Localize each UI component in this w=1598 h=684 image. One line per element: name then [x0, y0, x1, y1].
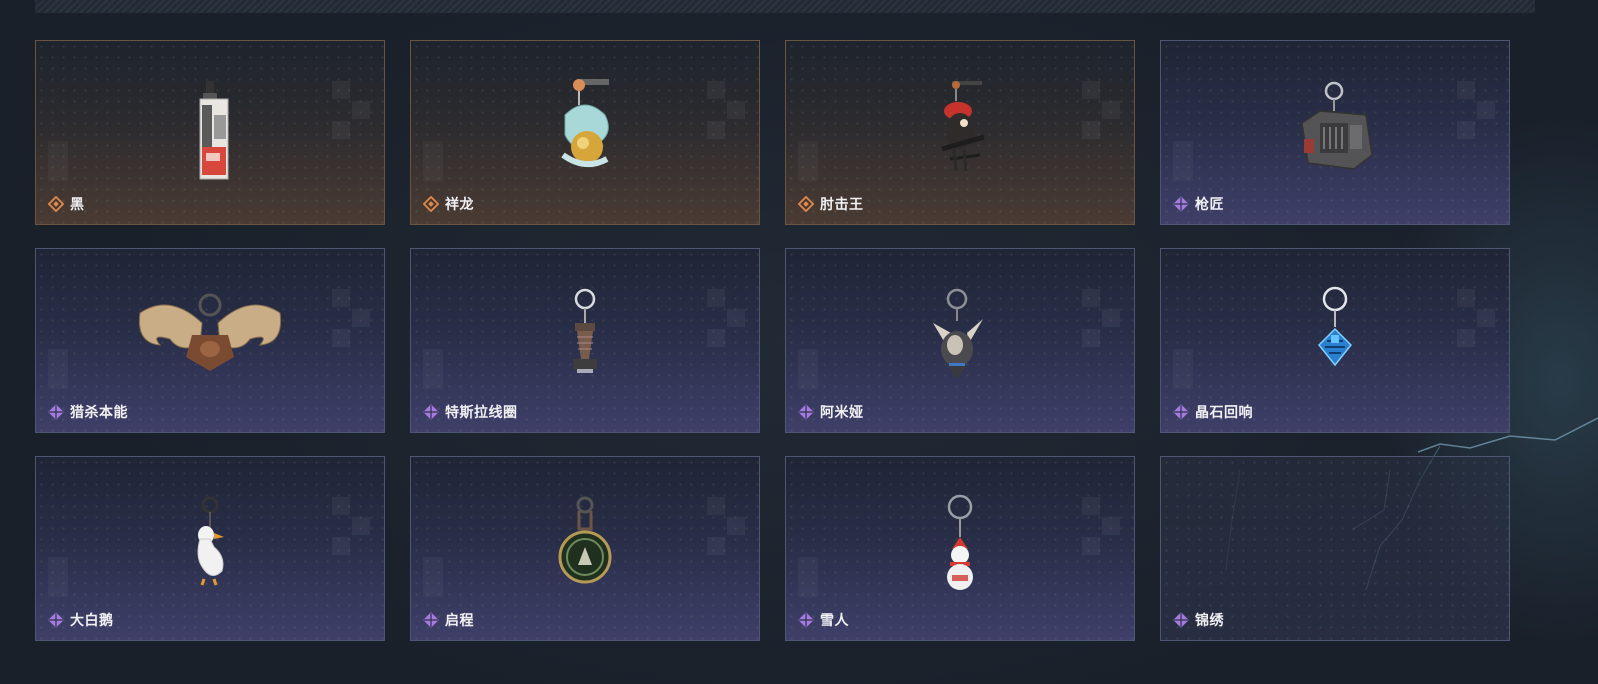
charm-image [411, 283, 759, 393]
charm-name: 大白鹅 [70, 612, 114, 628]
charm-label: 祥龙 [423, 194, 474, 214]
purple-rarity-diamond-icon [1173, 612, 1189, 628]
charm-label: 大白鹅 [48, 610, 114, 630]
charm-label: 晶石回响 [1173, 402, 1253, 422]
charm-card-qicheng[interactable]: 启程 [410, 456, 760, 641]
charm-image [411, 75, 759, 185]
charm-name: 枪匠 [1195, 196, 1224, 212]
charm-name: 阿米娅 [820, 404, 864, 420]
charm-card-jingshihuixiang[interactable]: 晶石回响 [1160, 248, 1510, 433]
charm-image [36, 75, 384, 185]
orange-rarity-diamond-icon [48, 196, 64, 212]
dragon-charm-icon [561, 79, 609, 168]
charm-image [1161, 283, 1509, 393]
moose-antler-charm-icon [138, 293, 282, 371]
charm-name: 祥龙 [445, 196, 474, 212]
snowman-charm-icon [947, 494, 973, 590]
tesla-coil-charm-icon [573, 288, 597, 373]
charm-name: 雪人 [820, 612, 849, 628]
charm-name: 启程 [445, 612, 474, 628]
charm-label: 雪人 [798, 610, 849, 630]
charm-name: 肘击王 [820, 196, 864, 212]
paper-tag-charm-icon [199, 81, 229, 180]
charm-name: 晶石回响 [1195, 404, 1253, 420]
charm-name: 锦绣 [1195, 612, 1224, 628]
purple-rarity-diamond-icon [1173, 196, 1189, 212]
charm-image [786, 283, 1134, 393]
charm-grid: 黑 祥龙 肘击王 枪匠 猎杀本能 特斯拉线圈 阿米娅 晶石回响 大白鹅 启程 雪… [35, 40, 1510, 641]
purple-rarity-diamond-icon [48, 404, 64, 420]
charm-image [411, 491, 759, 601]
charm-label: 肘击王 [798, 194, 864, 214]
charm-label: 猎杀本能 [48, 402, 128, 422]
charm-label: 黑 [48, 194, 85, 214]
purple-rarity-diamond-icon [1173, 404, 1189, 420]
gun-case-charm-icon [1301, 81, 1373, 170]
charm-collection-page: 黑 祥龙 肘击王 枪匠 猎杀本能 特斯拉线圈 阿米娅 晶石回响 大白鹅 启程 雪… [0, 0, 1598, 684]
orange-rarity-diamond-icon [423, 196, 439, 212]
orange-rarity-diamond-icon [798, 196, 814, 212]
charm-label: 阿米娅 [798, 402, 864, 422]
purple-rarity-diamond-icon [423, 404, 439, 420]
charm-label: 锦绣 [1173, 610, 1224, 630]
charm-card-hei[interactable]: 黑 [35, 40, 385, 225]
charm-card-qiangjiang[interactable]: 枪匠 [1160, 40, 1510, 225]
charm-image [1161, 75, 1509, 185]
charm-image [786, 75, 1134, 185]
bird-soldier-charm-icon [941, 81, 985, 172]
crystal-charm-icon [1317, 286, 1353, 367]
medal-charm-icon [558, 496, 612, 584]
purple-rarity-diamond-icon [798, 404, 814, 420]
purple-rarity-diamond-icon [798, 612, 814, 628]
charm-card-dabaie[interactable]: 大白鹅 [35, 456, 385, 641]
charm-label: 启程 [423, 610, 474, 630]
charm-name: 猎杀本能 [70, 404, 128, 420]
charm-card-zhoujiwang[interactable]: 肘击王 [785, 40, 1135, 225]
charm-card-jinxiu[interactable]: 锦绣 [1160, 456, 1510, 641]
charm-card-lieshabenneng[interactable]: 猎杀本能 [35, 248, 385, 433]
bunny-charm-icon [933, 288, 983, 379]
charm-image [36, 283, 384, 393]
charm-image [786, 491, 1134, 601]
charm-card-xianglong[interactable]: 祥龙 [410, 40, 760, 225]
charm-name: 黑 [70, 196, 85, 212]
charm-label: 枪匠 [1173, 194, 1224, 214]
charm-name: 特斯拉线圈 [445, 404, 518, 420]
purple-rarity-diamond-icon [423, 612, 439, 628]
charm-card-tesilaxianquan[interactable]: 特斯拉线圈 [410, 248, 760, 433]
charm-label: 特斯拉线圈 [423, 402, 518, 422]
white-goose-charm-icon [197, 496, 224, 586]
charm-image [36, 491, 384, 601]
top-divider-strip [35, 0, 1535, 13]
charm-card-amiya[interactable]: 阿米娅 [785, 248, 1135, 433]
purple-rarity-diamond-icon [48, 612, 64, 628]
charm-card-xueren[interactable]: 雪人 [785, 456, 1135, 641]
